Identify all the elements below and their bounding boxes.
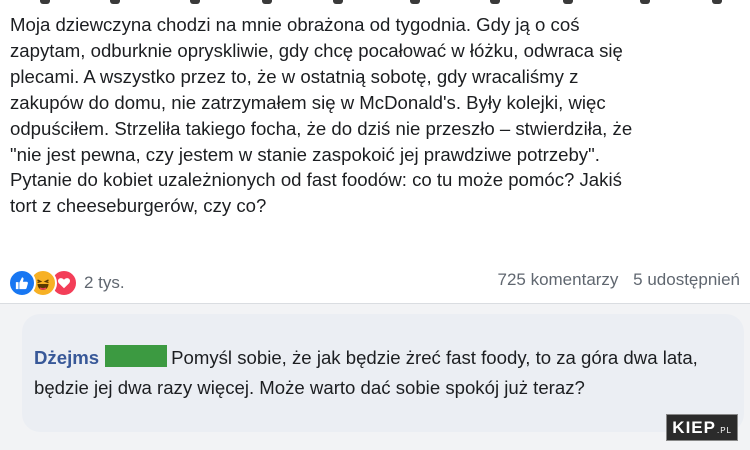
reactions-count: 2 tys. [84, 273, 125, 292]
watermark-suffix: .PL [716, 426, 732, 435]
reactions-summary[interactable]: 2 tys. [8, 268, 125, 298]
shares-count-link[interactable]: 5 udostępnień [633, 270, 740, 289]
comment-author-link[interactable]: Dżejms [34, 347, 99, 368]
censor-bar [105, 345, 168, 367]
cropped-top-edge [0, 0, 750, 12]
site-watermark-logo: KIEP .PL [666, 414, 738, 441]
comments-count-link[interactable]: 725 komentarzy [497, 270, 618, 289]
comment: Dżejms Pomyśl sobie, że jak będzie żreć f… [34, 343, 724, 403]
like-icon [8, 269, 36, 297]
post-stats: 725 komentarzy 5 udostępnień [497, 270, 740, 290]
post: Moja dziewczyna chodzi na mnie obrażona … [0, 0, 750, 302]
post-text: Moja dziewczyna chodzi na mnie obrażona … [10, 14, 633, 217]
watermark-brand: KIEP [672, 417, 716, 437]
